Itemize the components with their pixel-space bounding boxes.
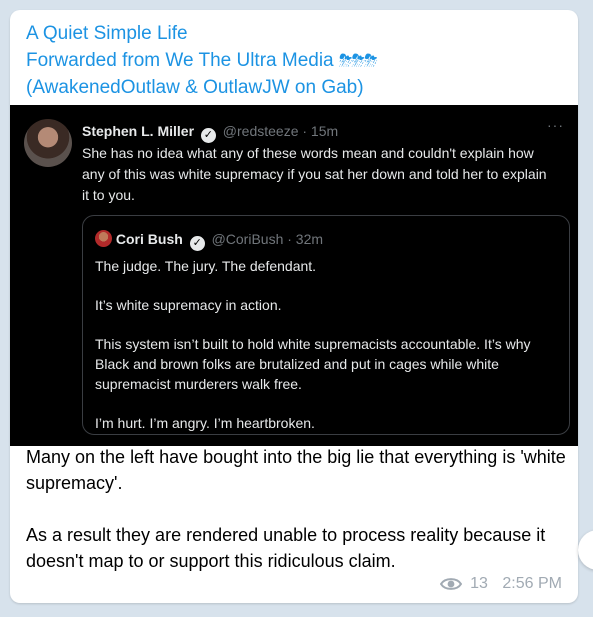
message-time: 2:56 PM (502, 575, 562, 592)
message-header: A Quiet Simple Life Forwarded from We Th… (26, 20, 378, 101)
message-bubble[interactable]: A Quiet Simple Life Forwarded from We Th… (10, 10, 578, 603)
view-count: 13 (470, 575, 488, 592)
share-button[interactable] (578, 530, 593, 570)
quoted-tweet-paragraph: I’m hurt. I’m angry. I’m heartbroken. (95, 415, 315, 431)
quoted-tweet-paragraph: It’s white supremacy in action. (95, 297, 282, 313)
message-meta: 13 2:56 PM (439, 575, 562, 597)
quoted-tweet-paragraph: The judge. The jury. The defendant. (95, 258, 317, 274)
quoted-tweet-text: The judge. The jury. The defendant. It’s… (95, 256, 563, 452)
quoted-tweet: Cori Bush ✓ @CoriBush · 32m The judge. T… (82, 215, 570, 435)
caption-paragraph: Many on the left have bought into the bi… (26, 447, 566, 493)
forwarded-label[interactable]: Forwarded from We The Ultra Media (26, 50, 334, 71)
quoted-tweet-author-name: Cori Bush (115, 231, 183, 247)
quoted-tweet-paragraph: This system isn’t built to hold white su… (95, 336, 531, 392)
avatar (24, 119, 72, 167)
quoted-tweet-handle-time: @CoriBush · 32m (211, 231, 324, 247)
channel-name[interactable]: A Quiet Simple Life (26, 20, 377, 47)
verified-badge-icon: ✓ (189, 236, 205, 251)
storm-cloud-emoji: ⛈⛈⛈ (338, 51, 378, 70)
avatar (95, 230, 112, 247)
tweet-text: She has no idea what any of these words … (82, 145, 547, 203)
verified-badge-icon: ✓ (200, 128, 216, 143)
caption-paragraph: As a result they are rendered unable to … (26, 525, 546, 571)
tweet-author-line: Stephen L. Miller ✓ @redsteeze · 15m (82, 121, 552, 143)
forward-source-handles[interactable]: (AwakenedOutlaw & OutlawJW on Gab) (26, 74, 377, 101)
tweet-screenshot[interactable]: ··· Stephen L. Miller ✓ @redsteeze · 15m… (10, 105, 578, 446)
tweet-content: Stephen L. Miller ✓ @redsteeze · 15m She… (82, 121, 552, 206)
tweet-author-name: Stephen L. Miller (82, 123, 195, 139)
forwarded-from[interactable]: Forwarded from We The Ultra Media ⛈⛈⛈ (26, 47, 378, 74)
quoted-tweet-author-line: Cori Bush ✓ @CoriBush · 32m (95, 230, 323, 251)
eye-icon (439, 576, 462, 597)
tweet-handle-time: @redsteeze · 15m (222, 123, 339, 139)
